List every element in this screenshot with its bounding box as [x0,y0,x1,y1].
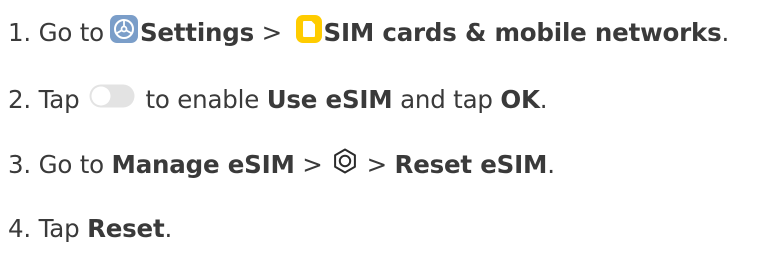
period: . [164,213,173,243]
ok-label: OK [500,84,540,114]
step-4: 4. Tap Reset . [8,208,172,248]
settings-label: Settings [139,17,254,47]
step-text: Tap [38,84,80,114]
manage-esim-label: Manage eSIM [111,149,295,179]
step-number: 3. [8,149,31,179]
step-2: 2. Tap to enable Use eSIM and tap OK . [8,79,548,119]
step-1: 1. Go to Settings > SIM cards & mobile n… [8,12,729,52]
reset-label: Reset [87,213,165,243]
step-number: 2. [8,84,31,114]
sim-cards-label: SIM cards & mobile networks [323,17,722,47]
separator: > [261,17,283,47]
reset-esim-label: Reset eSIM [394,149,548,179]
separator: > [302,149,323,179]
step-text: Go to [38,17,105,47]
use-esim-label: Use eSIM [266,84,393,114]
step-number: 1. [8,17,31,47]
step-text: Go to [38,149,105,179]
sim-cards-app-icon [295,15,322,43]
separator: > [366,149,388,179]
step-number: 4. [8,213,31,243]
toggle-switch-icon [89,84,135,108]
step-text: and tap [400,84,493,114]
settings-app-icon [109,15,138,43]
step-3: 3. Go to Manage eSIM > > Reset eSIM . [8,144,555,184]
period: . [721,17,730,47]
step-text: Tap [38,213,80,243]
period: . [539,84,548,114]
period: . [547,149,555,179]
gear-icon [333,148,356,174]
step-text: to enable [145,84,260,114]
